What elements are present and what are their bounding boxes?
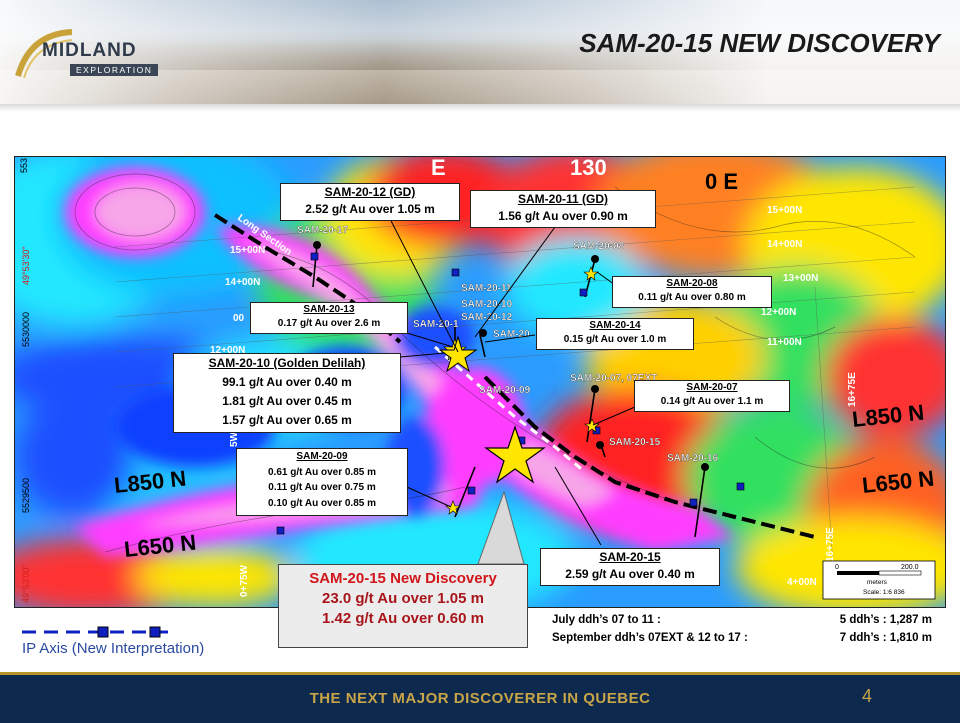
grid-label-4n: 4+00N (787, 577, 817, 588)
drilling-summary-row-september: September ddh’s 07EXT & 12 to 17 : 7 ddh… (552, 632, 932, 650)
callout-sam-20-15-title: SAM-20-15 (599, 550, 661, 564)
drilling-summary-row-july: July ddh’s 07 to 11 : 5 ddh’s : 1,287 m (552, 614, 932, 632)
coord-latitude-1: 49°53'30" (21, 246, 31, 285)
callout-sam-20-07: SAM-20-07 0.14 g/t Au over 1.1 m (634, 380, 790, 412)
callout-sam-20-09-line-2: 0.11 g/t Au over 0.75 m (268, 482, 376, 493)
callout-sam-20-11-line: 1.56 g/t Au over 0.90 m (498, 209, 628, 223)
scale-zero: 0 (835, 564, 839, 571)
callout-sam-20-11-title: SAM-20-11 (GD) (517, 192, 609, 206)
drilling-summary: July ddh’s 07 to 11 : 5 ddh’s : 1,287 m … (552, 614, 932, 650)
drilling-summary-july-label: July ddh’s 07 to 11 : (552, 614, 661, 626)
grid-label-5w: 5W (229, 431, 240, 447)
hole-label-sam-20-09: SAM-20-09 (479, 385, 531, 396)
grid-label-075w: 0+75W (239, 564, 250, 597)
coord-northing-5530000: 5530000 (21, 312, 31, 347)
callout-sam-20-07-title: SAM-20-07 (686, 382, 738, 393)
slide-title: SAM-20-15 NEW DISCOVERY (579, 28, 940, 58)
callout-sam-20-13-line: 0.17 g/t Au over 2.6 m (277, 318, 381, 329)
callout-sam-20-10-line-1: 99.1 g/t Au over 0.40 m (222, 375, 352, 389)
grid-label-e: 0 E (705, 169, 738, 194)
hole-label-sam-20-1: SAM-20-1 (413, 319, 459, 330)
callout-sam-20-10: SAM-20-10 (Golden Delilah) 99.1 g/t Au o… (173, 353, 401, 433)
callout-sam-20-12-line: 2.52 g/t Au over 1.05 m (305, 202, 435, 216)
callout-sam-20-09-line-1: 0.61 g/t Au over 0.85 m (267, 466, 376, 478)
grid-label-12n-right: 12+00N (761, 307, 796, 318)
hole-label-sam-20-11: SAM-20-11 (461, 283, 512, 294)
coord-latitude-2: 49°53'00" (21, 564, 31, 603)
callout-sam-20-13-title: SAM-20-13 (303, 304, 355, 315)
grid-label-15n-right: 15+00N (767, 205, 802, 216)
callout-sam-20-09-line-3: 0.10 g/t Au over 0.85 m (267, 497, 376, 509)
grid-label-1675e-a: 16+75E (847, 372, 858, 407)
header-bottom-strip (0, 104, 960, 112)
callout-sam-20-07-line: 0.14 g/t Au over 1.1 m (660, 396, 764, 407)
callout-sam-20-09-title: SAM-20-09 (296, 451, 348, 462)
coord-easting: 553 (19, 158, 29, 173)
callout-sam-20-14-title: SAM-20-14 (589, 320, 641, 331)
callout-sam-20-12: SAM-20-12 (GD) 2.52 g/t Au over 1.05 m (280, 183, 460, 221)
hole-label-sam-20-08: SAM-20-08 (573, 241, 625, 252)
callout-sam-20-10-line-3: 1.57 g/t Au over 0.65 m (222, 413, 352, 427)
callout-sam-20-15-line: 2.59 g/t Au over 0.40 m (565, 567, 695, 581)
grid-label-13n-left: 00 (233, 313, 245, 324)
callout-sam-20-09: SAM-20-09 0.61 g/t Au over 0.85 m 0.11 g… (236, 448, 408, 516)
page-number: 4 (862, 686, 873, 706)
discovery-line-1: 23.0 g/t Au over 1.05 m (321, 590, 484, 607)
callout-sam-20-08-line: 0.11 g/t Au over 0.80 m (638, 292, 746, 303)
hole-label-sam-20-16: SAM-20-16 (667, 453, 719, 464)
callout-sam-20-11: SAM-20-11 (GD) 1.56 g/t Au over 0.90 m (470, 190, 656, 228)
grid-label-1675e-b: 16+75E (825, 527, 836, 562)
grid-label-00: E (431, 156, 446, 180)
callout-sam-20-10-title: SAM-20-10 (Golden Delilah) (208, 356, 366, 370)
grid-label-11n-right: 11+00N (767, 337, 802, 348)
grid-label-14n-left: 14+00N (225, 277, 260, 288)
grid-label-13n-right: 13+00N (783, 273, 818, 284)
callout-sam-20-13: SAM-20-13 0.17 g/t Au over 2.6 m (250, 302, 408, 334)
callout-sam-20-08-title: SAM-20-08 (666, 278, 718, 289)
hole-label-sam-20-17: SAM-20-17 (297, 225, 349, 236)
callout-sam-20-15: SAM-20-15 2.59 g/t Au over 0.40 m (540, 548, 720, 586)
scale-max: 200.0 (901, 564, 919, 571)
discovery-line-2: 1.42 g/t Au over 0.60 m (321, 610, 484, 627)
hole-label-sam-20-15: SAM-20-15 (609, 437, 661, 448)
discovery-title: SAM-20-15 New Discovery (309, 570, 497, 587)
ip-axis-legend-symbol-icon (22, 626, 172, 638)
hole-label-sam-20-10: SAM-20-10 (461, 299, 513, 310)
scale-bar: 0 200.0 meters Scale: 1:6 836 (822, 560, 936, 600)
coord-northing-5529500: 5529500 (21, 478, 31, 513)
ip-axis-legend-label: IP Axis (New Interpretation) (22, 640, 205, 657)
callout-sam-20-12-title: SAM-20-12 (GD) (324, 185, 416, 199)
scale-unit: meters (867, 579, 888, 586)
drilling-summary-september-label: September ddh’s 07EXT & 12 to 17 : (552, 632, 748, 644)
scale-ratio: Scale: 1:6 836 (863, 589, 905, 596)
callout-sam-20-14-line: 0.15 g/t Au over 1.0 m (563, 334, 667, 345)
callout-sam-20-14: SAM-20-14 0.15 g/t Au over 1.0 m (536, 318, 694, 350)
grid-label-0e: 130 (570, 156, 607, 180)
drilling-summary-september-value: 7 ddh’s : 1,810 m (839, 632, 932, 644)
callout-sam-20-08: SAM-20-08 0.11 g/t Au over 0.80 m (612, 276, 772, 308)
grid-label-15n-left: 15+00N (230, 245, 265, 256)
callout-sam-20-10-line-2: 1.81 g/t Au over 0.45 m (222, 394, 352, 408)
logo-wordmark: MIDLAND (42, 40, 137, 61)
footer-tagline: THE NEXT MAJOR DISCOVERER IN QUEBEC (309, 690, 651, 707)
grid-label-14n-right: 14+00N (767, 239, 802, 250)
logo-subtitle: EXPLORATION (70, 64, 159, 76)
discovery-pointer-icon (477, 490, 525, 565)
drilling-summary-july-value: 5 ddh’s : 1,287 m (839, 614, 932, 626)
discovery-highlight-box: SAM-20-15 New Discovery 23.0 g/t Au over… (278, 564, 528, 648)
